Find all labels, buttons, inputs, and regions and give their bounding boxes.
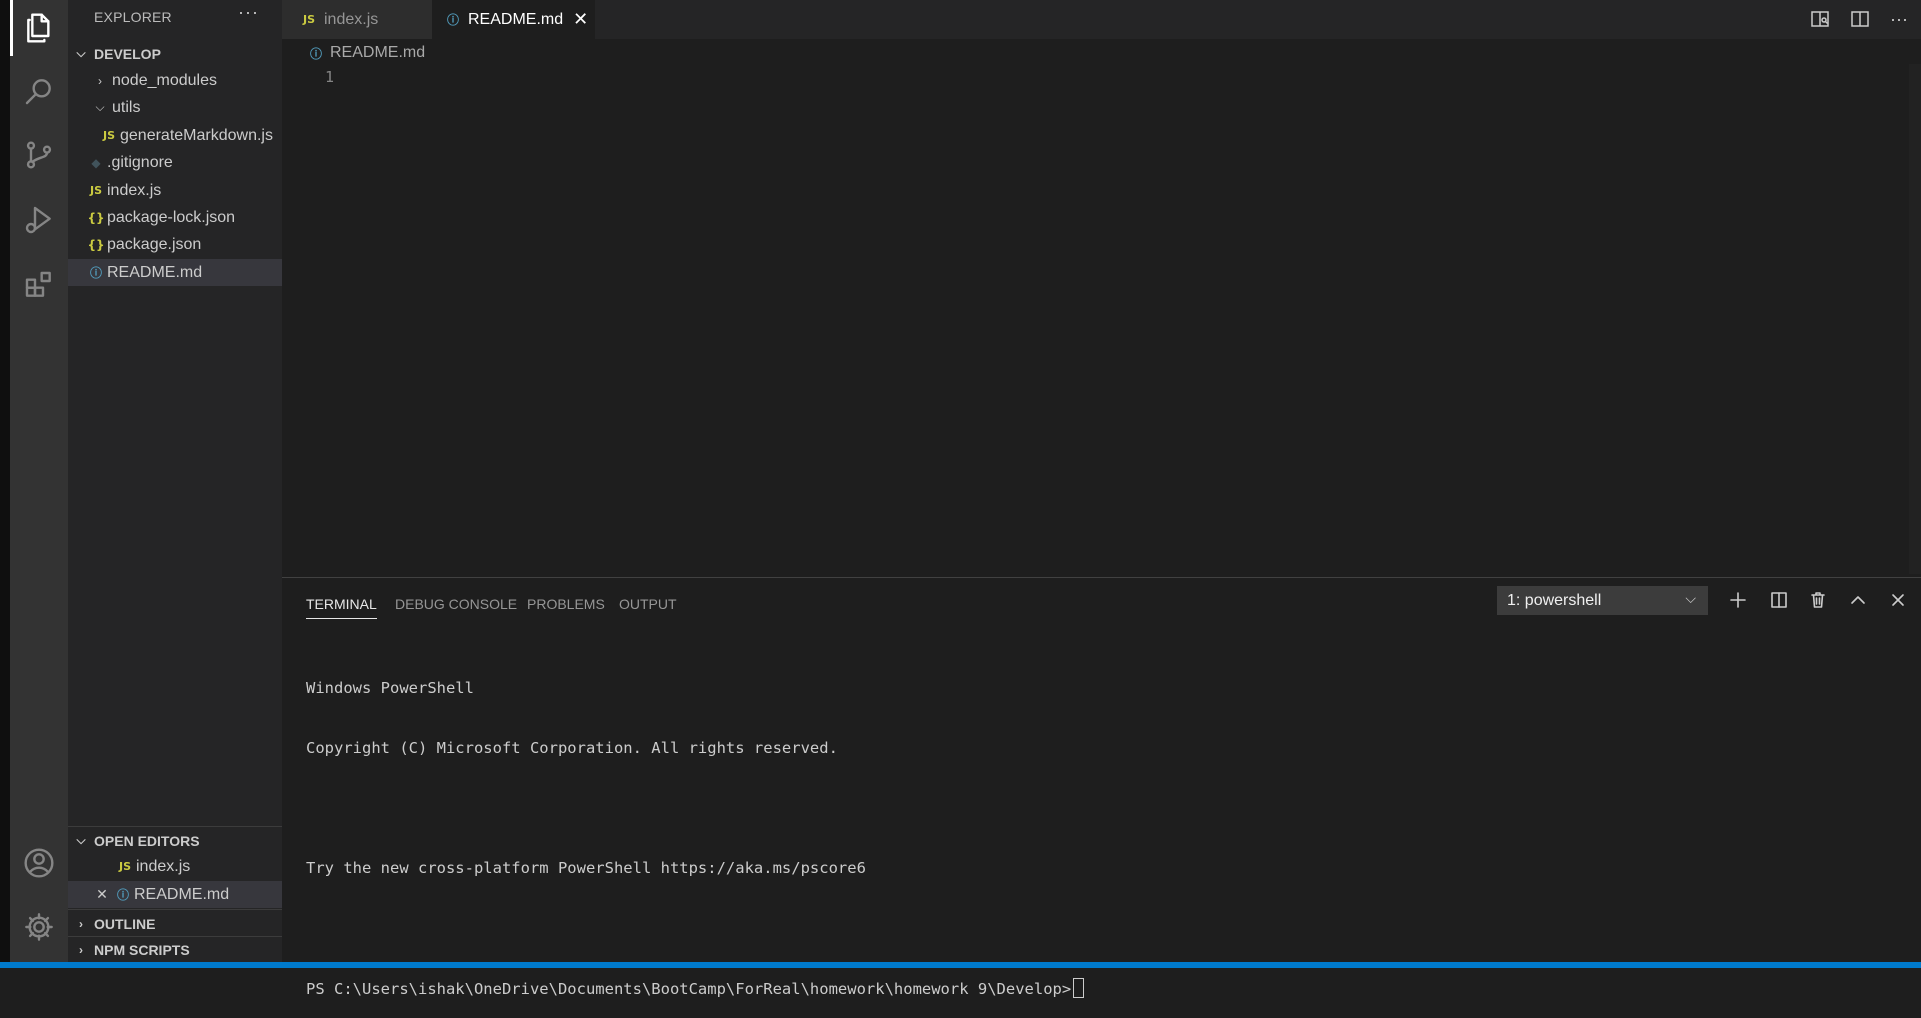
window-edge: [0, 0, 10, 962]
trash-icon[interactable]: [1804, 586, 1832, 614]
chevron-down-icon: ⌵: [95, 100, 105, 114]
terminal-select[interactable]: 1: powershell ⌵: [1497, 586, 1708, 615]
outline-section-header[interactable]: › OUTLINE: [68, 909, 282, 937]
tree-file-generatemarkdown[interactable]: JS generateMarkdown.js: [68, 122, 282, 149]
files-icon[interactable]: [10, 0, 68, 56]
tree-item-label: package.json: [107, 235, 202, 253]
extensions-icon[interactable]: [10, 257, 68, 313]
explorer-title: EXPLORER: [94, 9, 172, 25]
info-file-icon: ⓘ: [89, 266, 102, 280]
terminal-line: Copyright (C) Microsoft Corporation. All…: [306, 739, 838, 757]
tab-terminal[interactable]: TERMINAL: [306, 590, 377, 619]
open-preview-side-icon[interactable]: [1807, 6, 1833, 32]
tree-item-label: generateMarkdown.js: [120, 126, 273, 144]
line-number: 1: [324, 68, 334, 86]
status-bar: [0, 962, 1921, 968]
npm-scripts-section-header[interactable]: › NPM SCRIPTS: [68, 936, 282, 963]
js-file-icon: JS: [102, 129, 115, 142]
tab-index-js[interactable]: JS index.js: [282, 0, 432, 39]
split-terminal-icon[interactable]: [1765, 586, 1793, 614]
tab-debug-console[interactable]: DEBUG CONSOLE: [395, 590, 517, 618]
tree-file-index-js[interactable]: JS index.js: [68, 177, 282, 204]
split-editor-icon[interactable]: [1847, 6, 1873, 32]
more-actions-icon[interactable]: ···: [238, 2, 259, 23]
chevron-up-icon[interactable]: [1844, 586, 1872, 614]
git-file-icon: ◆: [91, 155, 101, 170]
editor-scrollbar[interactable]: [1909, 64, 1921, 574]
chevron-down-icon: ⌵: [76, 833, 86, 847]
js-file-icon: JS: [118, 860, 131, 873]
open-editors-title: OPEN EDITORS: [94, 832, 200, 849]
breadcrumb-file[interactable]: README.md: [330, 44, 425, 62]
tab-problems[interactable]: PROBLEMS: [527, 590, 605, 618]
run-debug-icon[interactable]: [10, 192, 68, 248]
explorer-sidebar: EXPLORER ··· ⌵ DEVELOP › node_modules ⌵ …: [68, 0, 282, 962]
chevron-down-icon: ⌵: [76, 46, 86, 60]
account-icon[interactable]: [10, 835, 68, 891]
open-editor-readme[interactable]: ✕ ⓘ README.md: [68, 881, 282, 908]
open-editor-index-js[interactable]: JS index.js: [68, 853, 282, 880]
tree-item-label: package-lock.json: [107, 208, 236, 226]
tab-label: README.md: [468, 10, 564, 28]
terminal-select-value: 1: powershell: [1507, 591, 1602, 609]
close-icon[interactable]: ✕: [92, 886, 112, 903]
new-terminal-icon[interactable]: [1724, 586, 1752, 614]
activity-bar: [10, 0, 68, 962]
terminal-prompt: PS C:\Users\ishak\OneDrive\Documents\Boo…: [306, 980, 1072, 998]
tree-folder-node-modules[interactable]: › node_modules: [68, 67, 282, 94]
tree-item-label: README.md: [107, 263, 203, 281]
js-file-icon: JS: [302, 13, 315, 26]
terminal-prompt-line[interactable]: PS C:\Users\ishak\OneDrive\Documents\Boo…: [306, 978, 1085, 998]
info-file-icon: ⓘ: [446, 13, 459, 27]
info-file-icon: ⓘ: [309, 46, 322, 61]
breadcrumb[interactable]: ⓘ README.md: [306, 42, 425, 64]
tree-file-package-lock[interactable]: {} package-lock.json: [68, 204, 282, 231]
tab-readme[interactable]: ⓘ README.md ✕: [432, 0, 595, 39]
tab-label: index.js: [324, 10, 379, 28]
tree-file-gitignore[interactable]: ◆ .gitignore: [68, 149, 282, 176]
gear-icon[interactable]: [10, 899, 68, 955]
tree-item-label: node_modules: [112, 71, 217, 89]
chevron-right-icon: ›: [79, 916, 83, 931]
terminal-cursor: [1073, 978, 1085, 998]
search-icon[interactable]: [10, 63, 68, 119]
tree-item-label: .gitignore: [107, 153, 173, 171]
editor-tab-bar: JS index.js ⓘ README.md ✕ ···: [282, 0, 1921, 39]
chevron-right-icon: ›: [79, 943, 83, 957]
tree-file-package-json[interactable]: {} package.json: [68, 231, 282, 258]
terminal-output[interactable]: Windows PowerShell Copyright (C) Microso…: [306, 638, 1085, 1018]
source-control-icon[interactable]: [10, 127, 68, 183]
close-panel-icon[interactable]: [1884, 586, 1912, 614]
terminal-line: Try the new cross-platform PowerShell ht…: [306, 859, 866, 877]
npm-scripts-title: NPM SCRIPTS: [94, 942, 190, 958]
json-file-icon: {}: [87, 237, 105, 252]
tab-output[interactable]: OUTPUT: [619, 590, 677, 618]
chevron-right-icon: ›: [98, 73, 102, 88]
tree-item-label: utils: [112, 98, 141, 116]
open-editors-section-header[interactable]: ⌵ OPEN EDITORS: [68, 826, 282, 854]
tree-folder-utils[interactable]: ⌵ utils: [68, 94, 282, 121]
js-file-icon: JS: [89, 184, 102, 197]
outline-title: OUTLINE: [94, 915, 156, 932]
close-icon[interactable]: ✕: [573, 9, 588, 30]
open-editor-label: index.js: [136, 857, 191, 875]
tree-file-readme[interactable]: ⓘ README.md: [68, 259, 282, 286]
workspace-section-header[interactable]: ⌵ DEVELOP: [68, 40, 282, 67]
terminal-line: Windows PowerShell: [306, 679, 474, 697]
info-file-icon: ⓘ: [116, 888, 129, 902]
chevron-down-icon: ⌵: [1685, 590, 1696, 606]
more-actions-icon[interactable]: ···: [1886, 6, 1912, 32]
tree-item-label: index.js: [107, 181, 162, 199]
json-file-icon: {}: [87, 210, 105, 225]
workspace-name: DEVELOP: [94, 45, 161, 62]
open-editor-label: README.md: [134, 885, 230, 903]
